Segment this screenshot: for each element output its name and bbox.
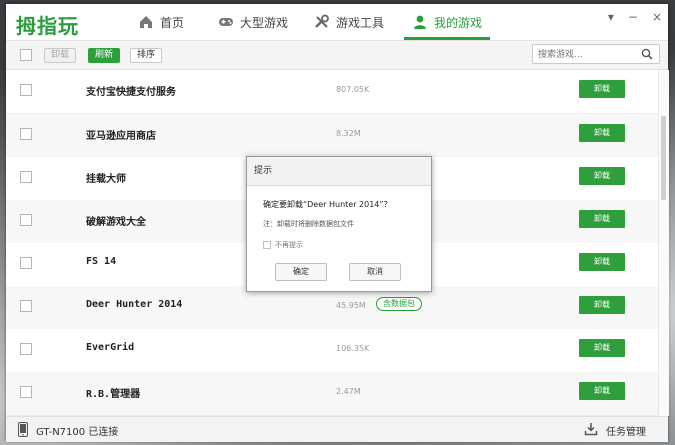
list-item[interactable]: EverGrid 106.35K 卸载 [6,329,658,373]
game-size: 106.35K [336,344,370,353]
dialog-note: 注：卸载时将删除数据包文件 [263,220,354,228]
list-item[interactable]: Deer Hunter 2014 45.95M 含数据包 卸载 [6,286,658,330]
user-icon [414,15,426,29]
nav-big-games[interactable]: 大型游戏 [218,4,288,40]
uninstall-button[interactable]: 卸载 [579,167,625,185]
game-size: 45.95M [336,301,366,310]
nav-my-games[interactable]: 我的游戏 [403,4,491,40]
game-name: Deer Hunter 2014 [86,299,183,310]
uninstall-button[interactable]: 卸载 [579,339,625,357]
nav-game-tools-label: 游戏工具 [336,15,385,30]
menu-dropdown-icon[interactable]: ▾ [608,10,614,24]
search-icon[interactable] [641,48,653,60]
game-name: R.B.管理器 [86,389,141,400]
select-all-checkbox[interactable] [20,49,32,61]
game-size: 2.47M [336,387,361,396]
cancel-button[interactable]: 取消 [349,263,401,281]
game-name: 亚马逊应用商店 [86,131,156,142]
row-checkbox[interactable] [20,171,32,183]
row-checkbox[interactable] [20,84,32,96]
uninstall-button[interactable]: 卸载 [579,296,625,314]
app-logo: 拇指玩 [16,14,79,38]
minimize-button[interactable]: − [628,10,638,24]
nav-my-games-label: 我的游戏 [434,15,483,30]
dont-show-again-label: 不再提示 [275,241,303,249]
row-checkbox[interactable] [20,343,32,355]
row-checkbox[interactable] [20,214,32,226]
row-checkbox[interactable] [20,386,32,398]
game-name: FS 14 [86,256,117,267]
uninstall-button[interactable]: 卸载 [579,382,625,400]
game-name: 支付宝快捷支付服务 [86,87,176,98]
device-status: GT-N7100 已连接 [36,427,119,438]
gamepad-icon [219,18,233,26]
window-controls: ▾ − × [608,10,662,24]
nav-home-label: 首页 [160,15,185,30]
dialog-message: 确定要卸载“Deer Hunter 2014”？ [263,200,392,209]
refresh-button[interactable]: 刷新 [88,48,121,63]
status-bar: GT-N7100 已连接 任务管理 [6,416,668,442]
ok-button[interactable]: 确定 [275,263,327,281]
list-item[interactable]: 亚马逊应用商店 8.32M 卸载 [6,114,658,158]
tools-icon [315,14,329,28]
game-size: 8.32M [336,129,361,138]
dialog-title: 提示 [247,157,431,186]
row-checkbox[interactable] [20,300,32,312]
uninstall-selected-button[interactable]: 卸载 [44,48,77,63]
nav-game-tools[interactable]: 游戏工具 [314,4,384,40]
sort-button[interactable]: 排序 [130,48,163,63]
game-size: 807.05K [336,85,370,94]
uninstall-button[interactable]: 卸载 [579,210,625,228]
list-scrollbar[interactable] [658,70,669,416]
close-button[interactable]: × [652,10,662,24]
data-pack-badge: 含数据包 [376,297,422,311]
list-item[interactable]: 支付宝快捷支付服务 807.05K 卸载 [6,70,658,114]
search-input[interactable] [536,46,640,64]
scrollbar-thumb[interactable] [661,116,666,200]
row-checkbox[interactable] [20,257,32,269]
phone-icon [18,422,28,437]
nav-home[interactable]: 首页 [138,4,184,40]
title-bar: 拇指玩 首页 大型游戏 游戏工具 我的游戏 ▾ − × [6,4,668,41]
confirm-dialog: 提示 确定要卸载“Deer Hunter 2014”？ 注：卸载时将删除数据包文… [246,156,432,292]
toolbar: 卸载 刷新 排序 [6,41,668,70]
download-icon [584,423,598,436]
app-window: 拇指玩 首页 大型游戏 游戏工具 我的游戏 ▾ − × 卸载 刷新 排序 搜索游… [6,4,669,442]
game-name: 挂载大师 [86,174,126,185]
dont-show-again-option[interactable]: 不再提示 [263,240,303,250]
uninstall-button[interactable]: 卸载 [579,253,625,271]
game-name: EverGrid [86,342,135,353]
home-icon [140,16,152,28]
search-box [532,44,660,64]
nav-big-games-label: 大型游戏 [240,15,289,30]
task-manager-link[interactable]: 任务管理 [606,423,646,438]
game-name: 破解游戏大全 [86,217,146,228]
uninstall-button[interactable]: 卸载 [579,80,625,98]
dont-show-again-checkbox[interactable] [263,241,271,249]
list-item[interactable]: R.B.管理器 2.47M 卸载 [6,372,658,416]
uninstall-button[interactable]: 卸载 [579,124,625,142]
row-checkbox[interactable] [20,128,32,140]
